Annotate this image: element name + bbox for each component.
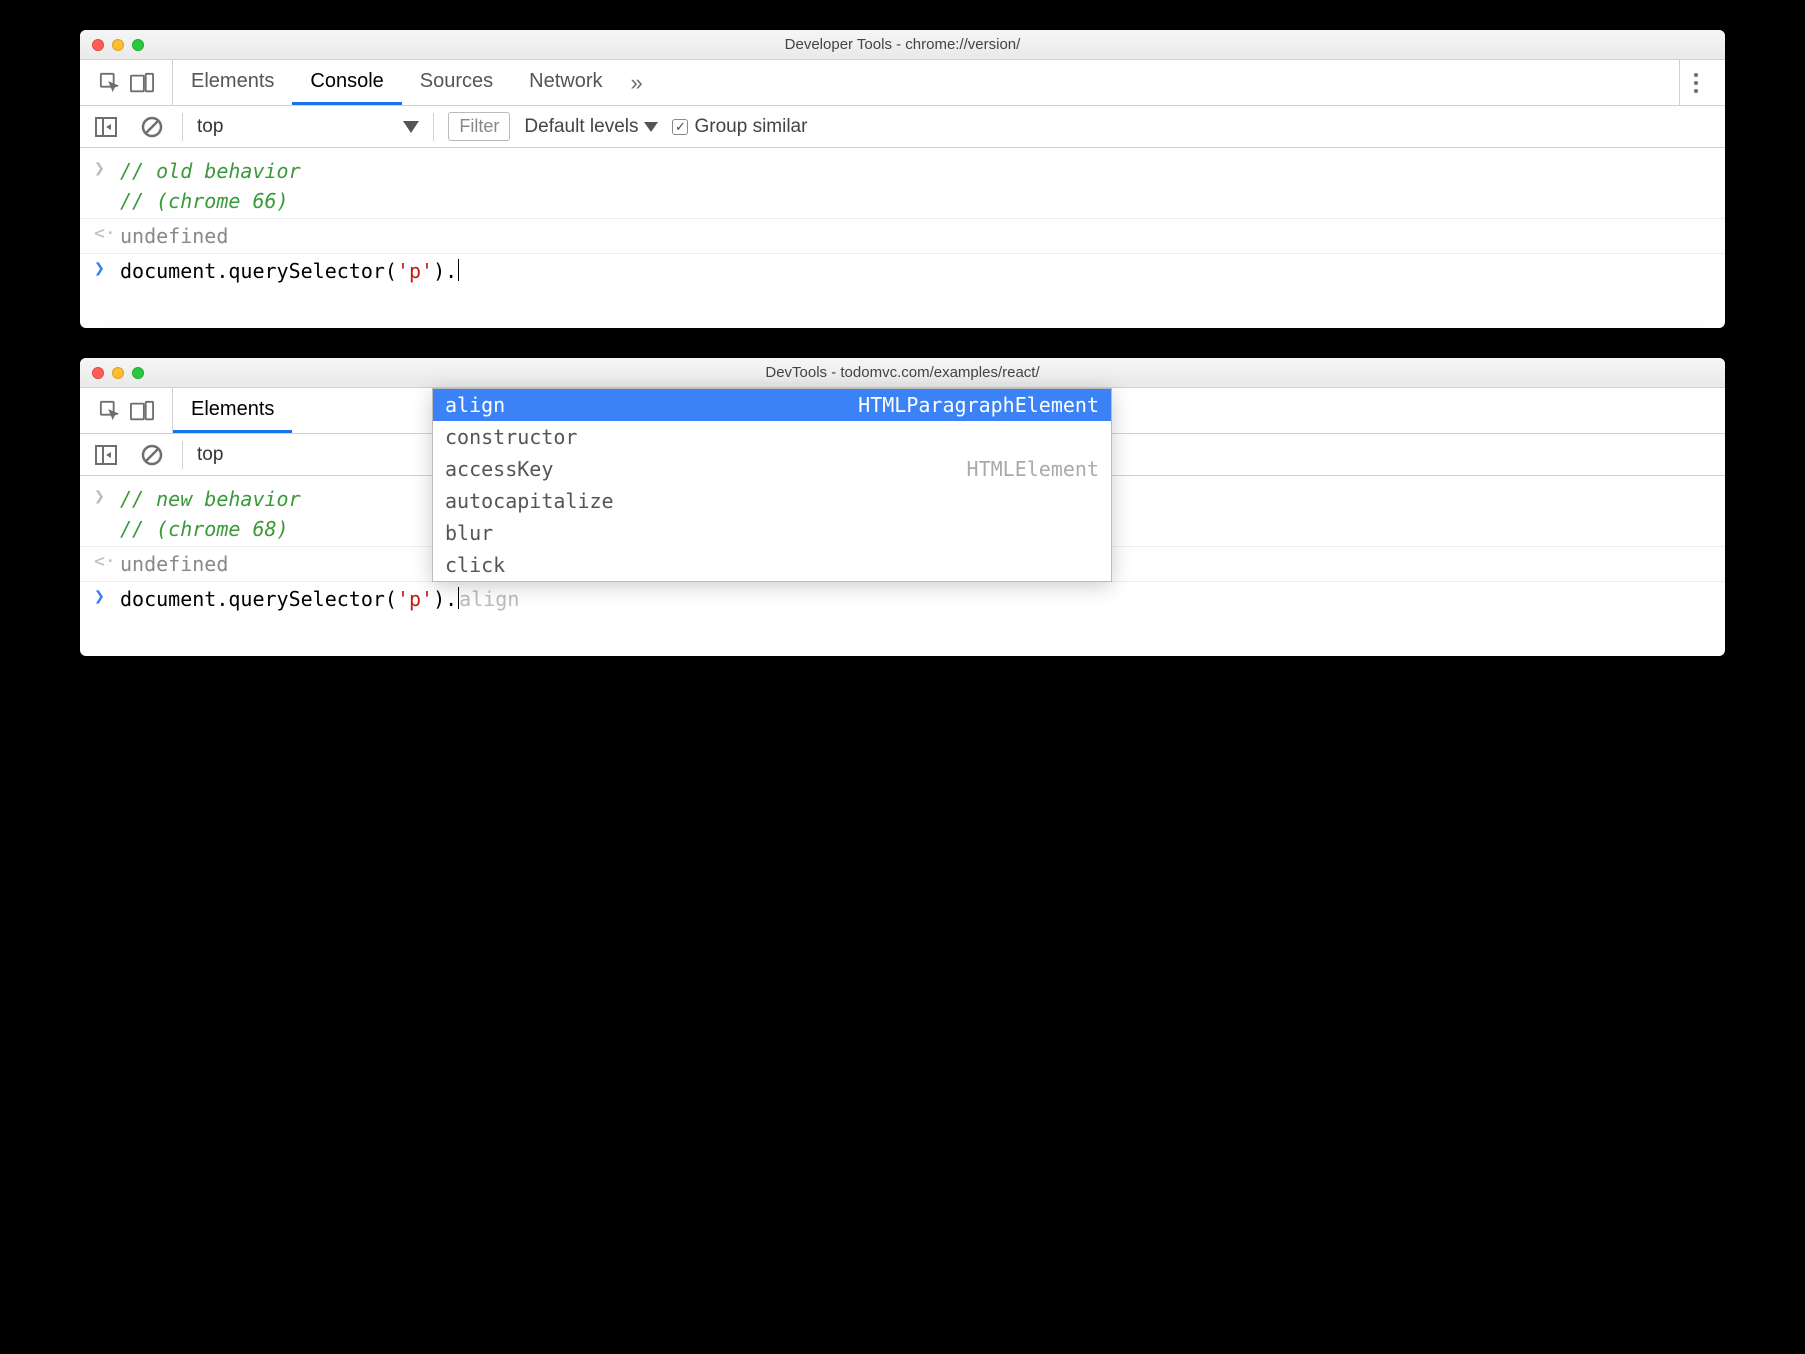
autocomplete-item[interactable]: accessKey HTMLElement [433, 453, 1111, 485]
traffic-lights [92, 367, 144, 379]
undefined-output: undefined [120, 221, 228, 251]
devtools-window-new: DevTools - todomvc.com/examples/react/ E… [80, 358, 1725, 656]
toolbar-left-group [80, 388, 173, 433]
autocomplete-item[interactable]: align HTMLParagraphElement [433, 389, 1111, 421]
devtools-window-old: Developer Tools - chrome://version/ Elem… [80, 30, 1725, 328]
window-title: Developer Tools - chrome://version/ [785, 36, 1021, 53]
kebab-menu-icon[interactable] [1679, 60, 1711, 105]
sidebar-toggle-icon[interactable] [90, 111, 122, 143]
tab-elements[interactable]: Elements [173, 60, 292, 105]
minimize-icon[interactable] [112, 367, 124, 379]
console-input-row[interactable]: ❯ document.querySelector('p').align [80, 581, 1725, 616]
autocomplete-name: autocapitalize [445, 489, 614, 513]
autocomplete-type: HTMLParagraphElement [858, 393, 1099, 417]
main-toolbar: Elements align HTMLParagraphElement cons… [80, 388, 1725, 434]
console-input[interactable]: document.querySelector('p'). [120, 256, 459, 286]
output-gutter-icon: <· [94, 221, 108, 244]
console-subbar: top Filter Default levels ✓ Group simila… [80, 106, 1725, 148]
levels-label: Default levels [524, 116, 638, 138]
clear-console-icon[interactable] [136, 111, 168, 143]
tab-network[interactable]: Network [511, 60, 620, 105]
panel-tabs: Elements Console Sources Network » [173, 60, 1665, 105]
checkbox-icon[interactable]: ✓ [672, 119, 688, 135]
close-icon[interactable] [92, 39, 104, 51]
autocomplete-item[interactable]: blur [433, 517, 1111, 549]
prompt-gutter-icon: ❯ [94, 256, 108, 279]
code-comment: // new behavior // (chrome 68) [120, 484, 301, 544]
context-label: top [197, 116, 223, 138]
group-similar-toggle[interactable]: ✓ Group similar [672, 116, 807, 138]
context-selector[interactable]: top [197, 116, 419, 138]
main-toolbar: Elements Console Sources Network » [80, 60, 1725, 106]
divider [433, 113, 434, 141]
autocomplete-type: HTMLElement [967, 457, 1099, 481]
divider [182, 113, 183, 141]
autocomplete-name: click [445, 553, 505, 577]
window-title: DevTools - todomvc.com/examples/react/ [765, 364, 1039, 381]
chevron-down-icon [403, 121, 419, 133]
console-input-row[interactable]: ❯ document.querySelector('p'). [80, 253, 1725, 288]
code-comment: // old behavior // (chrome 66) [120, 156, 301, 216]
tab-console[interactable]: Console [292, 60, 401, 105]
group-similar-label: Group similar [694, 116, 807, 138]
clear-console-icon[interactable] [136, 439, 168, 471]
input-gutter-icon: ❯ [94, 156, 108, 179]
tab-elements[interactable]: Elements [173, 388, 292, 433]
close-icon[interactable] [92, 367, 104, 379]
autocomplete-name: accessKey [445, 457, 553, 481]
titlebar[interactable]: DevTools - todomvc.com/examples/react/ [80, 358, 1725, 388]
undefined-output: undefined [120, 549, 228, 579]
console-row: ❯ // old behavior // (chrome 66) [80, 154, 1725, 218]
autocomplete-item[interactable]: autocapitalize [433, 485, 1111, 517]
device-toggle-icon[interactable] [126, 67, 158, 99]
prompt-gutter-icon: ❯ [94, 584, 108, 607]
console-row: <· undefined [80, 218, 1725, 253]
maximize-icon[interactable] [132, 39, 144, 51]
chevron-down-icon [644, 122, 658, 132]
output-gutter-icon: <· [94, 549, 108, 572]
more-tabs-icon[interactable]: » [621, 60, 653, 105]
inspect-icon[interactable] [94, 67, 126, 99]
input-gutter-icon: ❯ [94, 484, 108, 507]
device-toggle-icon[interactable] [126, 395, 158, 427]
toolbar-left-group [80, 60, 173, 105]
autocomplete-popup[interactable]: align HTMLParagraphElement constructor a… [432, 388, 1112, 582]
divider [182, 441, 183, 469]
inspect-icon[interactable] [94, 395, 126, 427]
maximize-icon[interactable] [132, 367, 144, 379]
titlebar[interactable]: Developer Tools - chrome://version/ [80, 30, 1725, 60]
log-levels-selector[interactable]: Default levels [524, 116, 658, 138]
tab-sources[interactable]: Sources [402, 60, 511, 105]
autocomplete-name: constructor [445, 425, 577, 449]
sidebar-toggle-icon[interactable] [90, 439, 122, 471]
autocomplete-item[interactable]: constructor [433, 421, 1111, 453]
console-input[interactable]: document.querySelector('p').align [120, 584, 519, 614]
traffic-lights [92, 39, 144, 51]
console-output[interactable]: ❯ // old behavior // (chrome 66) <· unde… [80, 148, 1725, 328]
filter-input[interactable]: Filter [448, 112, 510, 141]
context-selector[interactable]: top [197, 444, 223, 466]
autocomplete-name: align [445, 393, 505, 417]
toolbar-right-group [1665, 60, 1725, 105]
autocomplete-item[interactable]: click [433, 549, 1111, 581]
context-label: top [197, 444, 223, 466]
autocomplete-name: blur [445, 521, 493, 545]
minimize-icon[interactable] [112, 39, 124, 51]
